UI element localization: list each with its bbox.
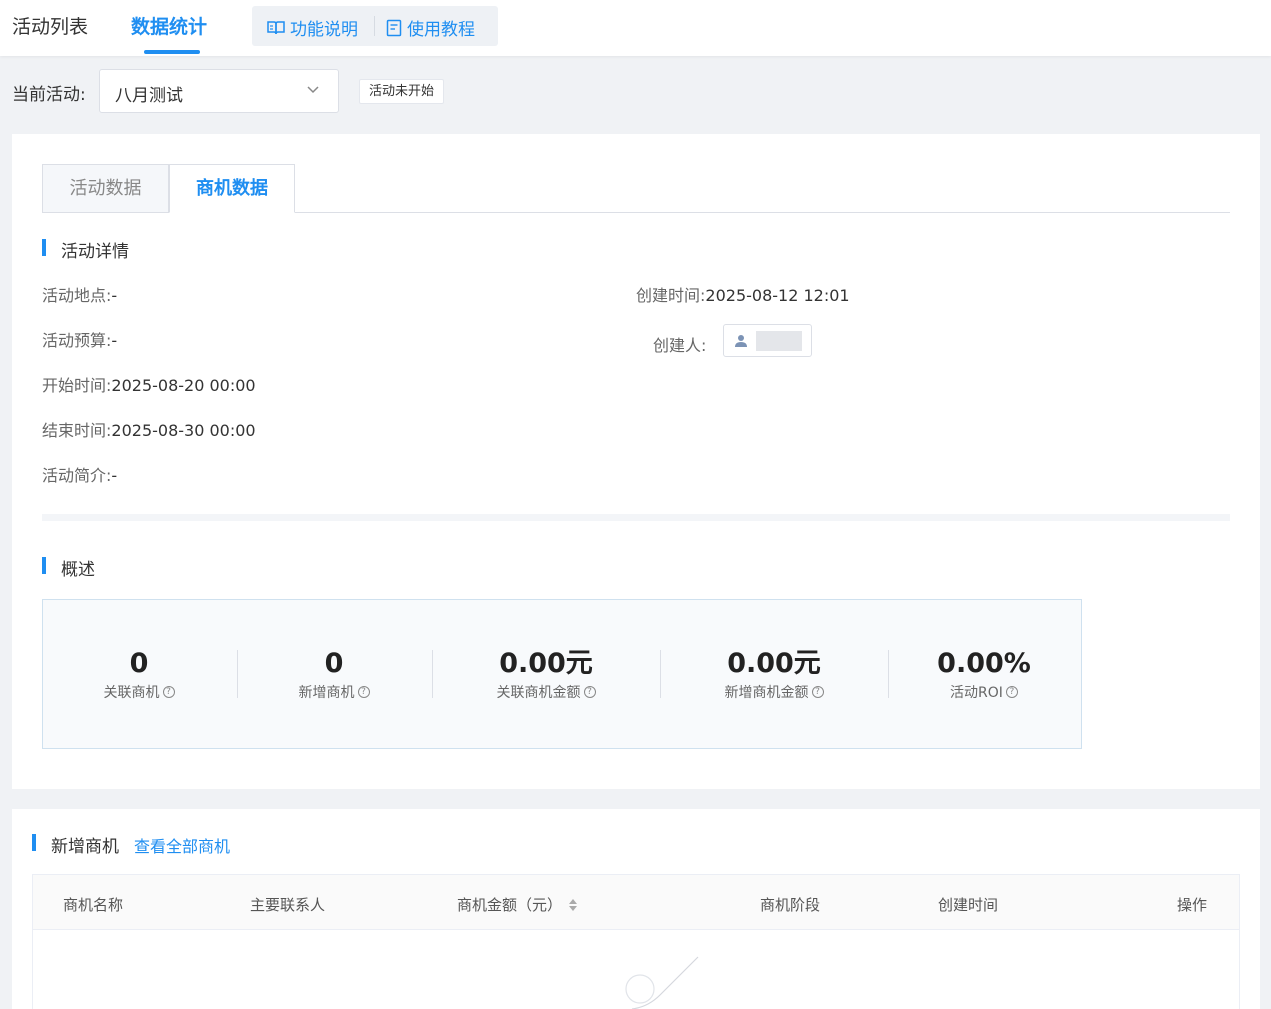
stat-value: 0 xyxy=(129,648,149,679)
budget-field: 活动预算:- xyxy=(42,327,117,351)
stat-separator xyxy=(237,650,238,698)
section-marker xyxy=(42,557,46,574)
help-separator xyxy=(374,16,375,36)
help-icon[interactable]: ? xyxy=(162,686,175,698)
stat-separator xyxy=(660,650,661,698)
location-value: - xyxy=(111,286,118,305)
stat-label: 关联商机金额? xyxy=(476,682,616,702)
intro-key: 活动简介: xyxy=(42,466,112,485)
stat-label: 活动ROI? xyxy=(924,682,1044,702)
activity-select-value: 八月测试 xyxy=(115,86,183,106)
intro-field: 活动简介:- xyxy=(42,462,117,486)
column-header: 创建时间 xyxy=(938,896,999,914)
stat-separator xyxy=(432,650,433,698)
stat-linked-amount: 0.00元 关联商机金额? xyxy=(476,648,616,702)
stat-label-text: 新增商机金额 xyxy=(724,685,809,701)
stat-value: 0.00元 xyxy=(727,648,821,679)
created-time-key: 创建时间: xyxy=(636,286,706,305)
stat-new-amount: 0.00元 新增商机金额? xyxy=(704,648,844,702)
current-activity-label: 当前活动: xyxy=(12,85,86,105)
details-title: 活动详情 xyxy=(61,242,129,262)
opportunities-table: 商机名称 主要联系人 商机金额（元） 商机阶段 创建时间 操作 xyxy=(32,874,1240,1009)
end-time-value: 2025-08-30 00:00 xyxy=(111,421,256,440)
end-time-field: 结束时间:2025-08-30 00:00 xyxy=(42,417,256,441)
location-field: 活动地点:- xyxy=(42,282,117,306)
created-time-value: 2025-08-12 12:01 xyxy=(705,286,850,305)
nav-tab-activity-list[interactable]: 活动列表 xyxy=(12,12,88,39)
help-icon[interactable]: ? xyxy=(357,686,370,698)
main-panel: 活动数据 商机数据 活动详情 活动地点:- 活动预算:- 开始时间:2025-0… xyxy=(12,134,1260,789)
stat-label-text: 关联商机 xyxy=(103,685,160,701)
new-opportunities-panel: 新增商机 查看全部商机 商机名称 主要联系人 商机金额（元） 商机阶段 创建时间… xyxy=(12,809,1260,1009)
column-header: 商机阶段 xyxy=(760,896,821,914)
start-time-key: 开始时间: xyxy=(42,376,112,395)
stat-new-opportunities: 0 新增商机? xyxy=(274,648,394,702)
help-links: 功能说明 使用教程 xyxy=(252,6,498,46)
stat-separator xyxy=(888,650,889,698)
view-all-opportunities-link[interactable]: 查看全部商机 xyxy=(134,833,230,857)
stat-linked-opportunities: 0 关联商机? xyxy=(79,648,199,702)
feature-guide-link[interactable]: 功能说明 xyxy=(267,15,358,40)
creator-tag[interactable] xyxy=(723,324,812,357)
tab-opportunity-data[interactable]: 商机数据 xyxy=(169,164,295,213)
creator-field: 创建人: xyxy=(653,332,706,356)
help-icon[interactable]: ? xyxy=(811,686,824,698)
location-key: 活动地点: xyxy=(42,286,112,305)
stat-roi: 0.00% 活动ROI? xyxy=(924,648,1044,702)
table-header: 商机名称 主要联系人 商机金额（元） 商机阶段 创建时间 操作 xyxy=(33,875,1239,930)
feature-guide-label: 功能说明 xyxy=(290,20,358,40)
section-divider xyxy=(42,514,1230,521)
stat-value: 0.00% xyxy=(937,648,1031,679)
tutorial-link[interactable]: 使用教程 xyxy=(386,15,475,40)
amount-column-header[interactable]: 商机金额（元） xyxy=(457,894,578,915)
column-header: 操作 xyxy=(1177,896,1208,914)
activity-status-badge: 活动未开始 xyxy=(359,79,445,104)
section-marker xyxy=(42,239,46,256)
stat-label: 新增商机? xyxy=(274,682,394,702)
top-nav: 活动列表 数据统计 功能说明 使用教程 xyxy=(0,0,1271,56)
active-tab-indicator xyxy=(144,50,200,54)
activity-select[interactable]: 八月测试 xyxy=(99,69,339,113)
start-time-field: 开始时间:2025-08-20 00:00 xyxy=(42,372,256,396)
column-header-label: 商机金额（元） xyxy=(457,896,563,914)
new-opportunities-title: 新增商机 xyxy=(51,837,119,857)
creator-name-redacted xyxy=(756,331,802,351)
chevron-down-icon xyxy=(307,86,319,94)
empty-state-icon xyxy=(625,956,699,1009)
stat-label: 关联商机? xyxy=(79,682,199,702)
section-marker xyxy=(32,834,36,851)
end-time-key: 结束时间: xyxy=(42,421,112,440)
intro-value: - xyxy=(111,466,118,485)
stat-label-text: 活动ROI xyxy=(950,685,1003,701)
overview-stats: 0 关联商机? 0 新增商机? 0.00元 关联商机金额? 0.00元 新增商机… xyxy=(42,599,1082,749)
book-open-icon xyxy=(267,20,285,34)
tutorial-label: 使用教程 xyxy=(407,20,475,40)
nav-tab-statistics[interactable]: 数据统计 xyxy=(131,12,207,39)
created-time-field: 创建时间:2025-08-12 12:01 xyxy=(636,282,850,306)
stat-value: 0 xyxy=(324,648,344,679)
stat-label-text: 关联商机金额 xyxy=(496,685,581,701)
tab-activity-data[interactable]: 活动数据 xyxy=(42,164,169,213)
stat-value: 0.00元 xyxy=(499,648,593,679)
help-icon[interactable]: ? xyxy=(1005,686,1018,698)
sort-icon[interactable] xyxy=(568,897,578,913)
stat-label-text: 新增商机 xyxy=(298,685,355,701)
user-icon xyxy=(735,335,747,347)
overview-title: 概述 xyxy=(61,560,95,580)
creator-key: 创建人: xyxy=(653,336,707,355)
budget-value: - xyxy=(111,331,118,350)
budget-key: 活动预算: xyxy=(42,331,112,350)
stat-label: 新增商机金额? xyxy=(704,682,844,702)
column-header: 主要联系人 xyxy=(250,896,326,914)
document-icon xyxy=(386,19,402,36)
column-header: 商机名称 xyxy=(63,896,124,914)
help-icon[interactable]: ? xyxy=(583,686,596,698)
start-time-value: 2025-08-20 00:00 xyxy=(111,376,256,395)
